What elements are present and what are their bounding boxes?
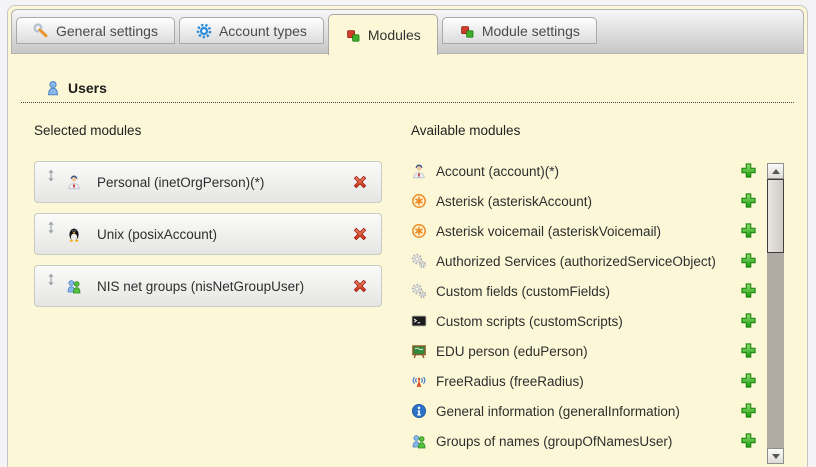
add-module-button[interactable] [740, 222, 757, 239]
modules-icon [459, 23, 475, 39]
add-module-button[interactable] [740, 282, 757, 299]
module-label: EDU person (eduPerson) [436, 344, 588, 359]
gears-icon [411, 283, 427, 299]
info-icon [411, 403, 427, 419]
tab-bar: General settings Account types Modules Modu… [11, 9, 804, 54]
drag-handle-icon[interactable] [47, 273, 55, 286]
selected-modules-label: Selected modules [34, 123, 141, 138]
asterisk-icon [411, 223, 427, 239]
available-modules-label: Available modules [411, 123, 520, 138]
module-label: Unix (posixAccount) [97, 227, 351, 242]
module-label: Personal (inetOrgPerson)(*) [97, 175, 351, 190]
config-panel: General settings Account types Modules Modu… [7, 5, 808, 467]
remove-module-button[interactable] [351, 225, 369, 243]
add-module-button[interactable] [740, 312, 757, 329]
available-module-row: Authorized Services (authorizedServiceOb… [411, 246, 757, 276]
tux-icon [66, 226, 82, 242]
tab-label: Module settings [482, 23, 580, 39]
module-label: Custom fields (customFields) [436, 284, 610, 299]
scroll-down-button[interactable] [767, 448, 784, 464]
chalkboard-icon [411, 343, 427, 359]
module-label: Groups of names (groupOfNamesUser) [436, 434, 672, 449]
remove-module-button[interactable] [351, 173, 369, 191]
available-module-row: Custom scripts (customScripts) [411, 306, 757, 336]
available-modules-list: Account (account)(*) Asterisk (asteriskAc… [411, 156, 757, 456]
gears-icon [411, 253, 427, 269]
pawns-icon [411, 433, 427, 449]
selected-modules-list: Personal (inetOrgPerson)(*) Unix (posixAc… [34, 161, 382, 307]
users-section-heading: Users [21, 80, 794, 103]
tab-modules[interactable]: Modules [328, 14, 438, 55]
add-module-button[interactable] [740, 402, 757, 419]
modules-icon [345, 27, 361, 43]
tab-account-types[interactable]: Account types [179, 17, 324, 44]
asterisk-icon [411, 193, 427, 209]
drag-handle-icon[interactable] [47, 221, 55, 234]
module-label: FreeRadius (freeRadius) [436, 374, 584, 389]
scroll-up-button[interactable] [767, 163, 784, 179]
add-module-button[interactable] [740, 162, 757, 179]
add-module-button[interactable] [740, 252, 757, 269]
terminal-icon [411, 313, 427, 329]
person-icon [411, 163, 427, 179]
tab-label: Account types [219, 23, 307, 39]
module-label: NIS net groups (nisNetGroupUser) [97, 279, 351, 294]
section-title: Users [68, 80, 107, 96]
add-module-button[interactable] [740, 342, 757, 359]
module-label: General information (generalInformation) [436, 404, 680, 419]
add-module-button[interactable] [740, 432, 757, 449]
remove-module-button[interactable] [351, 277, 369, 295]
tab-label: General settings [56, 23, 158, 39]
module-label: Asterisk voicemail (asteriskVoicemail) [436, 224, 661, 239]
module-label: Account (account)(*) [436, 164, 559, 179]
person-icon [66, 174, 82, 190]
module-label: Asterisk (asteriskAccount) [436, 194, 592, 209]
available-module-row: FreeRadius (freeRadius) [411, 366, 757, 396]
selected-module-row: Unix (posixAccount) [34, 213, 382, 255]
tab-label: Modules [368, 27, 421, 43]
add-module-button[interactable] [740, 192, 757, 209]
module-label: Authorized Services (authorizedServiceOb… [436, 254, 716, 269]
available-module-row: Groups of names (groupOfNamesUser) [411, 426, 757, 456]
users-icon [45, 80, 61, 96]
arrow-down-icon [772, 454, 780, 459]
available-module-row: Asterisk (asteriskAccount) [411, 186, 757, 216]
scroll-thumb[interactable] [767, 179, 784, 253]
arrow-up-icon [772, 169, 780, 174]
available-module-row: Account (account)(*) [411, 156, 757, 186]
antenna-icon [411, 373, 427, 389]
tab-module-settings[interactable]: Module settings [442, 17, 597, 44]
gear-icon [196, 23, 212, 39]
tab-general-settings[interactable]: General settings [16, 17, 175, 44]
wrench-icon [33, 23, 49, 39]
scrollbar[interactable] [767, 163, 784, 464]
drag-handle-icon[interactable] [47, 169, 55, 182]
pawns-icon [66, 278, 82, 294]
module-label: Custom scripts (customScripts) [436, 314, 623, 329]
add-module-button[interactable] [740, 372, 757, 389]
selected-module-row: Personal (inetOrgPerson)(*) [34, 161, 382, 203]
available-module-row: EDU person (eduPerson) [411, 336, 757, 366]
selected-module-row: NIS net groups (nisNetGroupUser) [34, 265, 382, 307]
available-module-row: Asterisk voicemail (asteriskVoicemail) [411, 216, 757, 246]
available-module-row: General information (generalInformation) [411, 396, 757, 426]
available-module-row: Custom fields (customFields) [411, 276, 757, 306]
